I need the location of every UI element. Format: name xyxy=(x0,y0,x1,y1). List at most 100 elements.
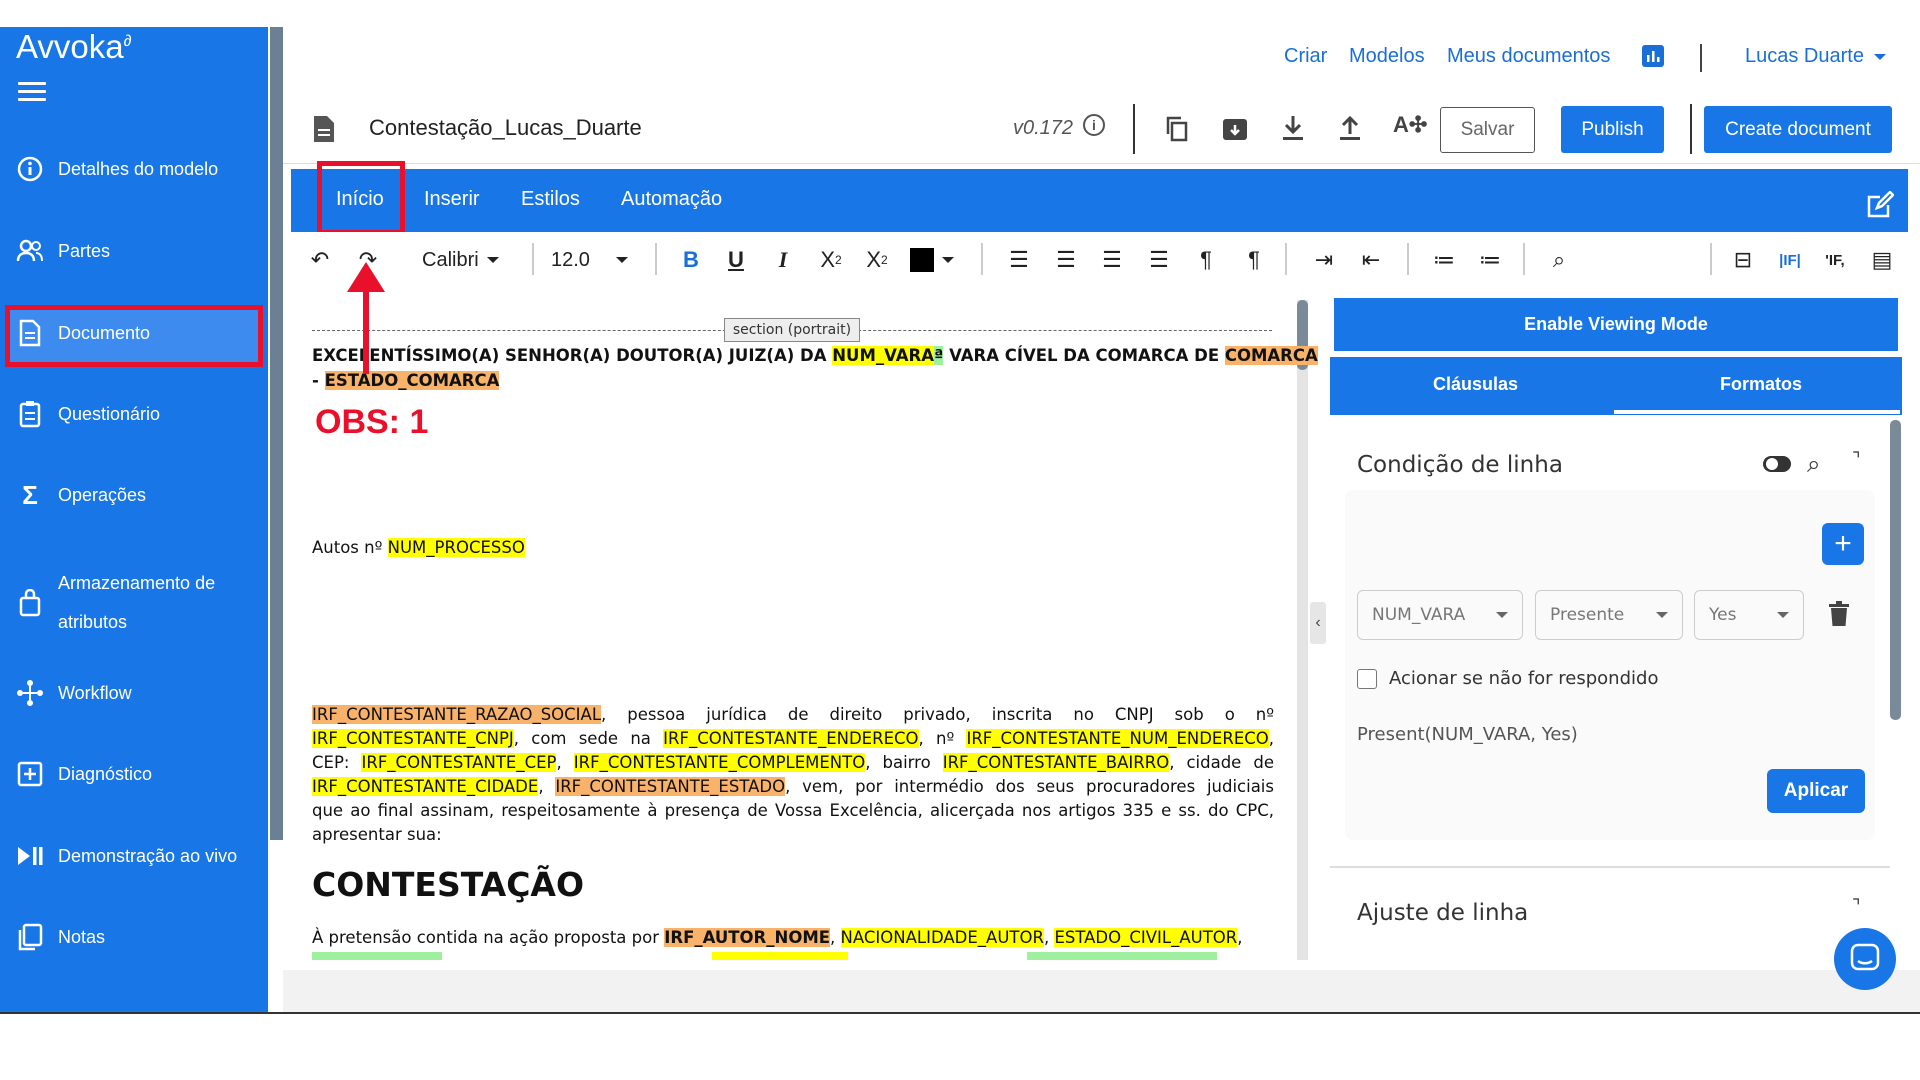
tab-clausulas[interactable]: Cláusulas xyxy=(1433,374,1518,395)
enable-viewing-mode-button[interactable]: Enable Viewing Mode xyxy=(1334,298,1898,351)
operator-select[interactable]: Presente xyxy=(1535,590,1683,640)
subscript-icon[interactable]: X2 xyxy=(818,245,844,275)
add-condition-button[interactable]: + xyxy=(1822,523,1864,565)
edit-icon[interactable] xyxy=(1866,190,1895,224)
info-icon[interactable]: i xyxy=(1083,114,1105,136)
field-num-processo[interactable]: NUM_PROCESSO xyxy=(387,538,525,557)
field-autor-nome[interactable]: IRF_AUTOR_NOME xyxy=(664,928,831,947)
font-family-select[interactable]: Calibri xyxy=(422,245,499,275)
nav-criar[interactable]: Criar xyxy=(1284,45,1327,68)
publish-button[interactable]: Publish xyxy=(1561,106,1664,153)
bold-icon[interactable]: B xyxy=(681,245,701,275)
document-scrollbar[interactable] xyxy=(1297,300,1308,960)
if-condition-icon[interactable]: |IF| xyxy=(1775,245,1805,275)
chat-button[interactable] xyxy=(1834,928,1896,990)
find-replace-icon[interactable]: ⌕ xyxy=(1545,245,1573,275)
sidebar-item-documento[interactable]: Documento xyxy=(16,319,150,347)
checkbox[interactable] xyxy=(1357,668,1377,689)
sidebar-item-diagnostico[interactable]: Diagnóstico xyxy=(16,760,152,788)
sidebar-item-partes[interactable]: Partes xyxy=(16,237,110,265)
undo-icon[interactable]: ↶ xyxy=(306,245,334,275)
create-document-button[interactable]: Create document xyxy=(1704,106,1892,153)
field-complemento[interactable]: IRF_CONTESTANTE_COMPLEMENTO xyxy=(573,753,866,772)
field-nacionalidade[interactable]: NACIONALIDADE_AUTOR xyxy=(840,928,1044,947)
apply-button[interactable]: Aplicar xyxy=(1767,769,1865,813)
tab-automacao[interactable]: Automação xyxy=(621,188,722,211)
rtl-paragraph-icon[interactable]: ¶ xyxy=(1240,245,1268,275)
bullet-list-icon[interactable]: ≔ xyxy=(1476,245,1504,275)
insert-field-icon[interactable]: ⊟ xyxy=(1727,245,1759,275)
salvar-button[interactable]: Salvar xyxy=(1440,107,1535,153)
trash-icon[interactable] xyxy=(1828,601,1850,632)
font-size-select[interactable]: 12.0 xyxy=(551,245,628,275)
field-bairro[interactable]: IRF_CONTESTANTE_BAIRRO xyxy=(942,753,1170,772)
text-color-picker[interactable] xyxy=(910,245,954,275)
align-right-icon[interactable]: ☰ xyxy=(1098,245,1126,275)
doc-line-estado[interactable]: - ESTADO_COMARCA xyxy=(312,369,500,393)
superscript-icon[interactable]: X2 xyxy=(864,245,890,275)
tab-formatos[interactable]: Formatos xyxy=(1720,374,1802,395)
field-estado-civil[interactable]: ESTADO_CIVIL_AUTOR xyxy=(1054,928,1238,947)
app-logo[interactable]: Avvoka∂ xyxy=(16,28,132,66)
justify-icon[interactable]: ☰ xyxy=(1145,245,1173,275)
text-run: , bairro xyxy=(865,753,943,772)
field-num-endereco[interactable]: IRF_CONTESTANTE_NUM_ENDERECO xyxy=(966,729,1269,748)
align-left-icon[interactable]: ☰ xyxy=(1005,245,1033,275)
trigger-unanswered-checkbox[interactable]: Acionar se não for respondido xyxy=(1357,668,1658,689)
sidebar-item-workflow[interactable]: Workflow xyxy=(16,679,132,707)
numbered-list-icon[interactable]: ≔ xyxy=(1430,245,1458,275)
sidebar-scrollbar[interactable] xyxy=(270,27,283,840)
panel-scrollbar[interactable] xyxy=(1890,420,1901,720)
sidebar-item-questionario[interactable]: Questionário xyxy=(16,400,160,428)
document-heading[interactable]: CONTESTAÇÃO xyxy=(312,865,584,904)
download-icon[interactable] xyxy=(1281,114,1305,147)
nav-modelos[interactable]: Modelos xyxy=(1349,45,1425,68)
collapse-corner-icon[interactable]: ⌝ xyxy=(1852,449,1860,470)
sidebar-item-operacoes[interactable]: Σ Operações xyxy=(16,480,146,510)
toggle-icon[interactable] xyxy=(1763,456,1791,472)
if-adjust-icon[interactable]: 'IF, xyxy=(1820,245,1850,275)
nav-meus-documentos[interactable]: Meus documentos xyxy=(1447,45,1610,68)
field-cidade[interactable]: IRF_CONTESTANTE_CIDADE xyxy=(312,777,539,796)
document-title[interactable]: Contestação_Lucas_Duarte xyxy=(369,115,642,141)
sidebar-item-notas[interactable]: Notas xyxy=(16,923,105,951)
field-num-vara[interactable]: NUM_VARA xyxy=(832,346,935,365)
field-razao-social[interactable]: IRF_CONTESTANTE_RAZAO_SOCIAL xyxy=(312,705,602,724)
chart-icon[interactable] xyxy=(1642,45,1664,67)
archive-icon[interactable] xyxy=(1222,116,1248,147)
field-estado-comarca[interactable]: ESTADO_COMARCA xyxy=(324,371,500,390)
document-editor[interactable] xyxy=(291,298,1305,958)
sidebar-item-detalhes[interactable]: Detalhes do modelo xyxy=(16,155,218,183)
sidebar-item-demonstracao[interactable]: Demonstração ao vivo xyxy=(16,842,237,870)
ltr-paragraph-icon[interactable]: ¶ xyxy=(1192,245,1220,275)
hamburger-menu-icon[interactable] xyxy=(18,82,46,102)
document-settings-icon[interactable]: ▤ xyxy=(1867,245,1897,275)
collapse-corner-icon[interactable]: ⌝ xyxy=(1852,896,1860,917)
panel-collapse-chevron-icon[interactable]: ‹ xyxy=(1310,602,1326,644)
sidebar-item-armazenamento[interactable]: Armazenamento de atributos xyxy=(16,564,215,642)
align-center-icon[interactable]: ☰ xyxy=(1052,245,1080,275)
search-settings-icon[interactable]: ⌕ xyxy=(1807,451,1820,479)
tab-estilos[interactable]: Estilos xyxy=(521,188,580,211)
field-endereco[interactable]: IRF_CONTESTANTE_ENDERECO xyxy=(663,729,919,748)
field-cep[interactable]: IRF_CONTESTANTE_CEP xyxy=(361,753,557,772)
adjust-title: Ajuste de linha xyxy=(1357,900,1529,926)
field-cnpj[interactable]: IRF_CONTESTANTE_CNPJ xyxy=(312,729,514,748)
upload-icon[interactable] xyxy=(1338,114,1362,147)
underline-icon[interactable]: U xyxy=(725,245,747,275)
italic-icon[interactable]: I xyxy=(772,245,794,275)
user-menu[interactable]: Lucas Duarte xyxy=(1745,45,1886,68)
tab-inserir[interactable]: Inserir xyxy=(424,188,480,211)
doc-line-autos[interactable]: Autos nº NUM_PROCESSO xyxy=(312,536,525,560)
doc-paragraph[interactable]: IRF_CONTESTANTE_RAZAO_SOCIAL, pessoa jur… xyxy=(312,703,1274,847)
value-select[interactable]: Yes xyxy=(1694,590,1804,640)
doc-line-address[interactable]: EXCELENTÍSSIMO(A) SENHOR(A) DOUTOR(A) JU… xyxy=(312,344,1318,368)
copy-icon[interactable] xyxy=(1165,116,1189,147)
doc-line-pretensao[interactable]: À pretensão contida na ação proposta por… xyxy=(312,926,1243,950)
outdent-icon[interactable]: ⇤ xyxy=(1357,245,1385,275)
indent-icon[interactable]: ⇥ xyxy=(1310,245,1338,275)
field-estado[interactable]: IRF_CONTESTANTE_ESTADO xyxy=(555,777,786,796)
translate-icon[interactable]: A✣ xyxy=(1393,112,1427,138)
attribute-select[interactable]: NUM_VARA xyxy=(1357,590,1523,640)
field-comarca[interactable]: COMARCA xyxy=(1224,346,1318,365)
